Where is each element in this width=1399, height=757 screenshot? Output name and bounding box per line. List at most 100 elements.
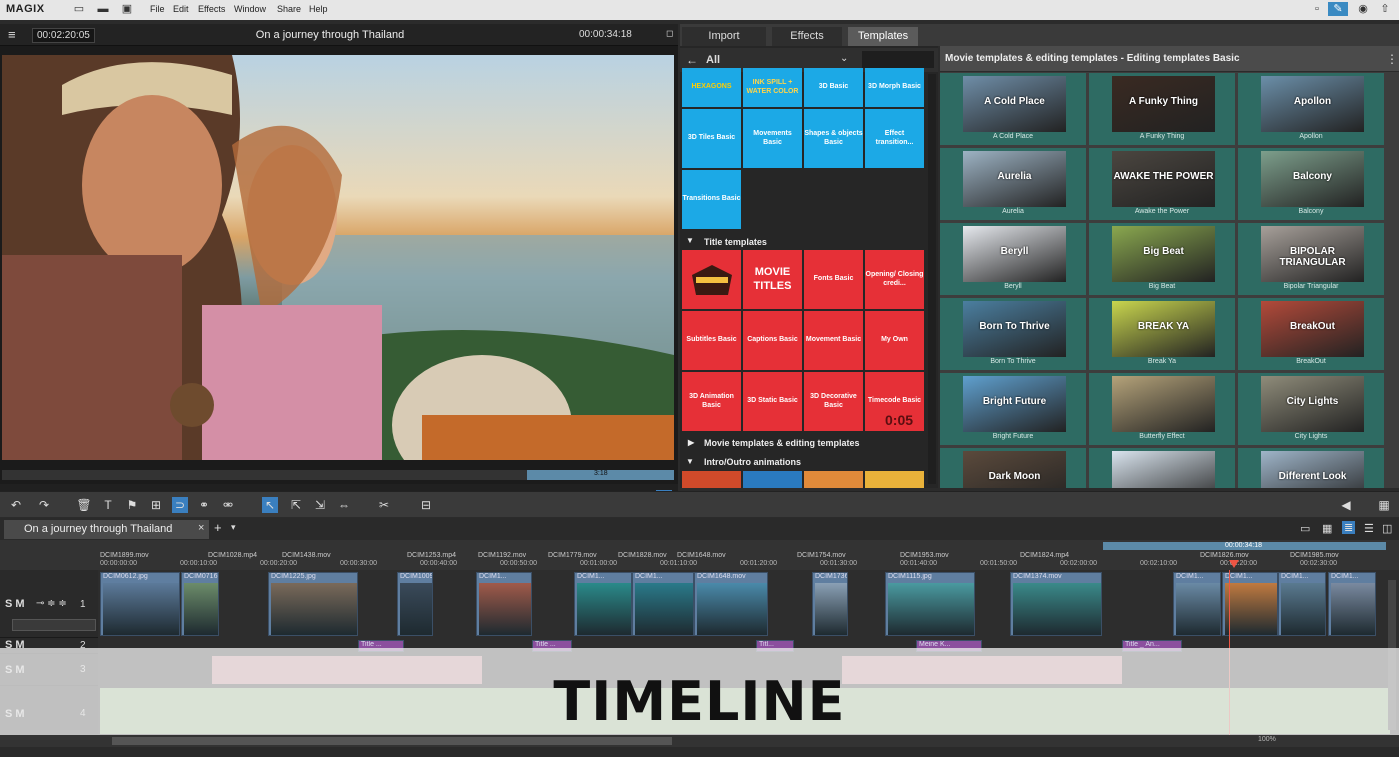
section-title-templates[interactable]: Title templates xyxy=(704,237,767,247)
multi-select-icon[interactable]: ⇱ xyxy=(288,497,304,513)
filter-dropdown[interactable]: All xyxy=(706,54,720,66)
template-tile[interactable]: My Own xyxy=(865,311,924,370)
pointer-tool-icon[interactable]: ↖ xyxy=(262,497,278,513)
template-tile[interactable] xyxy=(865,471,924,488)
more-options-icon[interactable]: ⋮ xyxy=(1386,52,1398,66)
brush-icon[interactable]: ✎ xyxy=(1328,2,1348,16)
track-solo-mute[interactable]: S M xyxy=(5,598,25,610)
search-input[interactable] xyxy=(862,51,934,68)
video-preview[interactable] xyxy=(2,55,674,460)
template-thumbnail[interactable]: Different Look xyxy=(1238,448,1384,488)
cut-icon[interactable]: ✂ xyxy=(376,497,392,513)
upload-icon[interactable]: ⇧ xyxy=(1378,2,1392,16)
template-thumbnail[interactable]: BREAK YA Break Ya xyxy=(1089,298,1235,370)
track-controls-icon[interactable]: ⊸ ≑ ≑ xyxy=(36,598,67,609)
new-file-icon[interactable]: ▭ xyxy=(72,2,86,16)
video-clip[interactable]: DCIM1... xyxy=(574,572,632,636)
marker-icon[interactable]: ⚑ xyxy=(124,497,140,513)
stretch-icon[interactable]: ⇔ xyxy=(336,497,352,513)
video-clip[interactable]: DCIM1... xyxy=(1278,572,1326,636)
template-thumbnail[interactable] xyxy=(1089,448,1235,488)
video-clip[interactable]: DCIM1... xyxy=(1222,572,1278,636)
template-tile[interactable]: INK SPILL + WATER COLOR xyxy=(743,68,802,107)
undock-icon[interactable]: ◻ xyxy=(666,28,673,39)
open-folder-icon[interactable]: ▬ xyxy=(96,2,110,16)
video-clip[interactable]: DCIM1374.mov xyxy=(1010,572,1102,636)
player-scrub-bar[interactable]: 3:18 xyxy=(2,470,674,480)
unlink-icon[interactable]: ⚮ xyxy=(220,497,236,513)
template-tile[interactable]: Fonts Basic xyxy=(804,250,863,309)
view-grid-icon[interactable]: ▦ xyxy=(1322,522,1332,535)
template-thumbnail[interactable]: City Lights City Lights xyxy=(1238,373,1384,445)
tab-effects[interactable]: Effects xyxy=(772,27,842,46)
text-tool-icon[interactable]: T xyxy=(100,497,116,513)
scroll-thumb[interactable] xyxy=(112,737,672,745)
hamburger-menu-icon[interactable]: ≡ xyxy=(8,27,16,42)
template-tile[interactable]: Effect transition... xyxy=(865,109,924,168)
template-tile[interactable] xyxy=(682,471,741,488)
chevron-down-icon[interactable]: ⌄ xyxy=(840,53,848,64)
template-tile[interactable] xyxy=(804,471,863,488)
delete-icon[interactable]: 🗑 xyxy=(76,497,92,513)
template-thumbnail[interactable]: A Cold Place A Cold Place xyxy=(940,73,1086,145)
add-tab-icon[interactable]: + xyxy=(214,520,222,535)
disc-icon[interactable]: ◉ xyxy=(1356,2,1370,16)
template-thumbnail[interactable]: AWAKE THE POWER Awake the Power xyxy=(1089,148,1235,220)
template-tile[interactable]: Movements Basic xyxy=(743,109,802,168)
save-icon[interactable]: ▣ xyxy=(120,2,134,16)
back-arrow-icon[interactable]: ← xyxy=(686,53,698,67)
video-clip[interactable]: DCIM1736.jpg xyxy=(812,572,848,636)
close-tab-icon[interactable]: × xyxy=(198,522,204,534)
template-thumbnail[interactable]: Apollon Apollon xyxy=(1238,73,1384,145)
template-thumbnail[interactable]: BreakOut BreakOut xyxy=(1238,298,1384,370)
template-tile[interactable]: Opening/ Closing credi... xyxy=(865,250,924,309)
template-tile[interactable]: Transitions Basic xyxy=(682,170,741,229)
section-intro-outro[interactable]: Intro/Outro animations xyxy=(704,457,801,467)
template-thumbnail[interactable]: Butterfly Effect xyxy=(1089,373,1235,445)
track-name-field[interactable] xyxy=(12,619,96,631)
snap-icon[interactable]: ⊃ xyxy=(172,497,188,513)
arrangement-tab[interactable]: On a journey through Thailand xyxy=(4,520,209,539)
template-tile[interactable] xyxy=(743,471,802,488)
template-thumbnail[interactable]: Born To Thrive Born To Thrive xyxy=(940,298,1086,370)
redo-icon[interactable]: ↷ xyxy=(36,497,52,513)
tab-import[interactable]: Import xyxy=(682,27,766,46)
template-thumbnail[interactable]: A Funky Thing A Funky Thing xyxy=(1089,73,1235,145)
menu-edit[interactable]: Edit xyxy=(173,4,189,14)
view-timeline-icon[interactable]: ≣ xyxy=(1342,521,1356,534)
menu-help[interactable]: Help xyxy=(309,4,328,14)
video-clip[interactable]: DCIM1... xyxy=(632,572,694,636)
video-clip[interactable]: DCIM1225.jpg xyxy=(268,572,358,636)
range-select-icon[interactable]: ⇲ xyxy=(312,497,328,513)
video-clip[interactable]: DCIM1... xyxy=(1328,572,1376,636)
template-thumbnail[interactable]: Bright Future Bright Future xyxy=(940,373,1086,445)
video-clip[interactable]: DCIM0612.jpg xyxy=(100,572,180,636)
template-tile[interactable]: 3D Animation Basic xyxy=(682,372,741,431)
video-clip[interactable]: DCIM1009.jpg xyxy=(397,572,433,636)
template-tile[interactable]: MOVIE TITLES xyxy=(743,250,802,309)
tab-dropdown-icon[interactable]: ▾ xyxy=(231,522,236,533)
template-tile[interactable]: 3D Basic xyxy=(804,68,863,107)
insert-icon[interactable]: ⊟ xyxy=(418,497,434,513)
template-tile[interactable]: Movement Basic xyxy=(804,311,863,370)
playhead-marker[interactable] xyxy=(1229,560,1239,570)
template-thumbnail[interactable]: Dark Moon xyxy=(940,448,1086,488)
template-tile[interactable] xyxy=(682,250,741,309)
template-thumbnail[interactable]: Big Beat Big Beat xyxy=(1089,223,1235,295)
view-list-icon[interactable]: ☰ xyxy=(1364,522,1374,535)
horizontal-scrollbar[interactable]: 100% xyxy=(0,735,1399,747)
collapse-arrow-icon[interactable]: ▼ xyxy=(686,236,694,245)
undo-icon[interactable]: ↶ xyxy=(8,497,24,513)
menu-share[interactable]: Share xyxy=(277,4,301,14)
view-options-icon[interactable]: ◫ xyxy=(1382,522,1392,535)
help-icon[interactable]: ▫ xyxy=(1310,2,1324,16)
menu-effects[interactable]: Effects xyxy=(198,4,225,14)
mixer-icon[interactable]: ▦ xyxy=(1376,497,1392,513)
video-clip[interactable]: DCIM0716.jpg xyxy=(181,572,219,636)
expand-arrow-icon[interactable]: ▶ xyxy=(688,438,694,447)
link-icon[interactable]: ⚭ xyxy=(196,497,212,513)
template-scrollbar[interactable] xyxy=(928,74,936,484)
template-tile[interactable]: 3D Tiles Basic xyxy=(682,109,741,168)
template-tile[interactable]: 3D Morph Basic xyxy=(865,68,924,107)
template-thumbnail[interactable]: BIPOLAR TRIANGULAR Bipolar Triangular xyxy=(1238,223,1384,295)
